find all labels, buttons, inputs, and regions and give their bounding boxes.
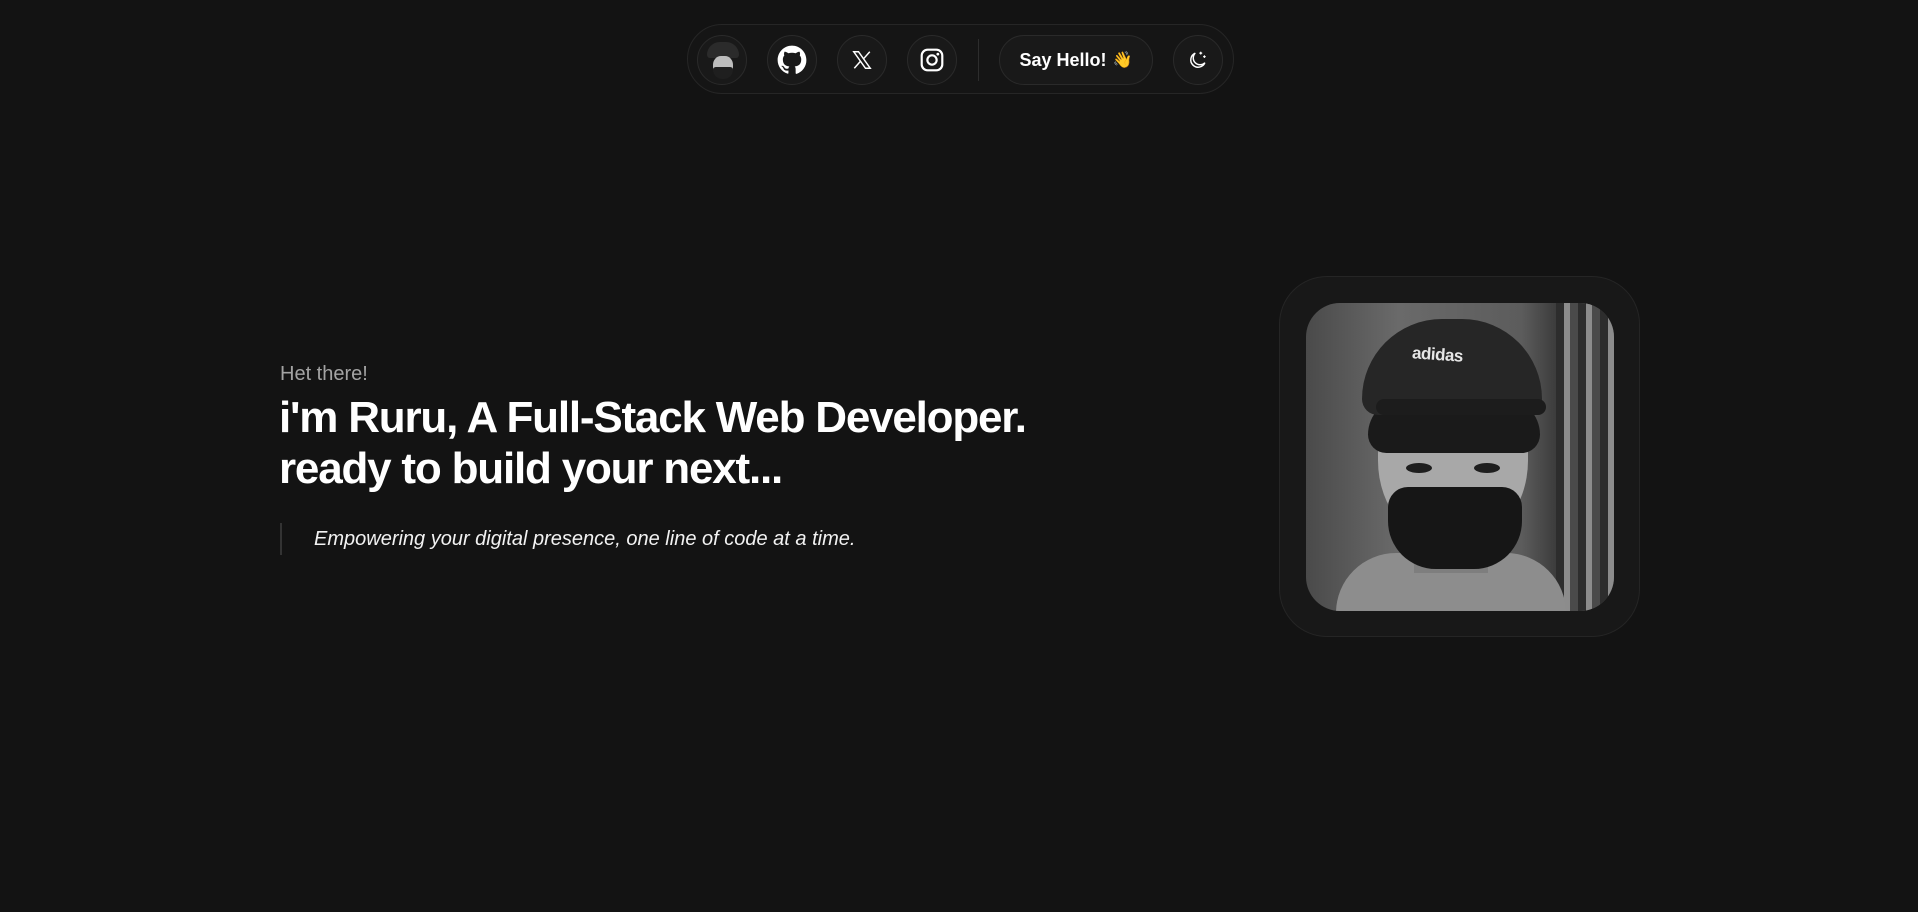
cap-logo: adidas xyxy=(1411,343,1464,366)
theme-toggle-button[interactable] xyxy=(1173,35,1223,85)
moon-icon xyxy=(1190,51,1206,68)
greeting-text: Het there! xyxy=(280,363,368,385)
profile-photo: adidas xyxy=(1306,303,1614,611)
photo-curtain xyxy=(1556,303,1614,611)
tagline-quote: Empowering your digital presence, one li… xyxy=(280,523,855,555)
avatar[interactable] xyxy=(697,35,747,85)
headline-line-1: i'm Ruru, A Full-Stack Web Developer. xyxy=(279,393,1027,442)
avatar-mask xyxy=(713,67,733,79)
say-hello-button[interactable]: Say Hello! 👋 xyxy=(999,35,1153,85)
nav-divider xyxy=(978,39,979,81)
wave-icon: 👋 xyxy=(1112,52,1133,69)
photo-eye-right xyxy=(1474,463,1500,473)
photo-eye-left xyxy=(1406,463,1432,473)
instagram-link[interactable] xyxy=(907,35,957,85)
x-twitter-link[interactable] xyxy=(837,35,887,85)
instagram-icon xyxy=(920,48,944,72)
headline-line-2: ready to build your next... xyxy=(279,444,783,493)
photo-face-mask xyxy=(1388,487,1522,569)
say-hello-label: Say Hello! xyxy=(1019,49,1107,70)
photo-cap-brim xyxy=(1376,399,1546,415)
github-link[interactable] xyxy=(767,35,817,85)
profile-photo-card: adidas xyxy=(1279,276,1640,637)
x-icon xyxy=(852,51,872,69)
top-nav: Say Hello! 👋 xyxy=(687,24,1234,94)
page-title: i'm Ruru, A Full-Stack Web Developer. re… xyxy=(279,392,1099,494)
github-icon xyxy=(777,45,807,74)
